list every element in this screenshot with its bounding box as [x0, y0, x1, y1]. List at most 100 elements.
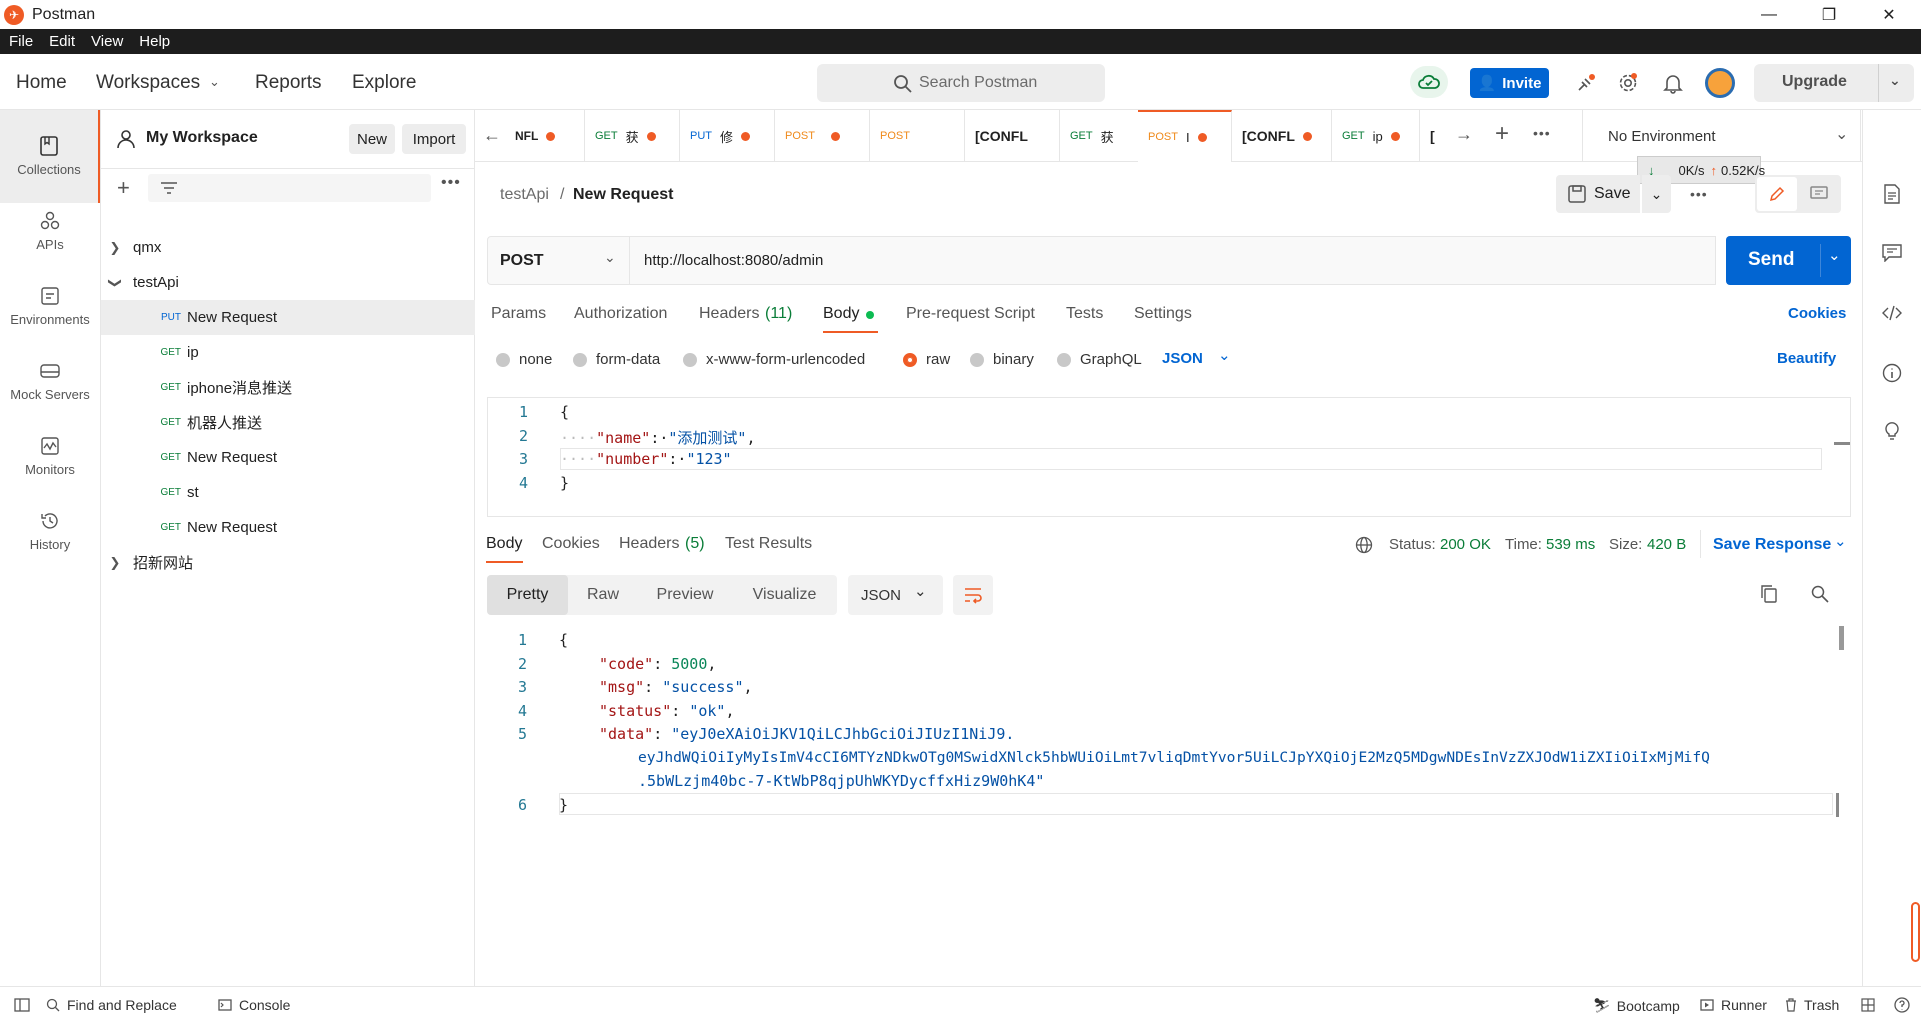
workspaces-chevron-icon[interactable]: ⌄ [209, 74, 220, 90]
format-chevron-icon[interactable]: ⌄ [1218, 346, 1231, 364]
cookies-link[interactable]: Cookies [1788, 305, 1846, 322]
nav-reports[interactable]: Reports [255, 72, 322, 94]
send-button[interactable]: Send ⌄ [1726, 236, 1851, 285]
scroll-right-icon[interactable]: → [1455, 124, 1473, 145]
menu-edit[interactable]: Edit [49, 33, 75, 50]
import-button[interactable]: Import [402, 124, 466, 154]
code-icon[interactable] [1880, 301, 1904, 325]
tab-tests[interactable]: Tests [1066, 305, 1103, 323]
settings-gear-icon[interactable] [1616, 71, 1640, 95]
response-tab-headers[interactable]: Headers [619, 535, 679, 553]
documentation-icon[interactable] [1880, 182, 1904, 206]
rail-monitors[interactable]: Monitors [0, 419, 100, 493]
response-body-viewer[interactable]: 1 2 3 4 5 6 { "code": 5000, "msg": "succ… [487, 626, 1851, 982]
menu-view[interactable]: View [91, 33, 123, 50]
rail-collections[interactable]: Collections [0, 110, 100, 203]
tree-request[interactable]: GET iphone消息推送 [101, 370, 475, 405]
request-options-icon[interactable]: ••• [1690, 186, 1708, 202]
tab[interactable]: GET ip [1332, 110, 1420, 162]
rail-environments[interactable]: Environments [0, 269, 100, 343]
breadcrumb-collection[interactable]: testApi [500, 186, 549, 204]
method-select[interactable]: POST ⌄ [487, 236, 630, 285]
tab[interactable]: [ [1420, 110, 1440, 162]
view-preview[interactable]: Preview [638, 575, 732, 615]
body-type-raw[interactable]: raw [903, 351, 950, 368]
tab[interactable]: GET 获 [585, 110, 680, 162]
tab[interactable]: NFL [505, 110, 585, 162]
tab-body[interactable]: Body [823, 305, 859, 323]
body-type-urlencoded[interactable]: x-www-form-urlencoded [683, 351, 865, 368]
nav-home[interactable]: Home [16, 72, 67, 94]
request-body-editor[interactable]: 1 2 3 4 { ····"name":·"添加测试", ····"numbe… [487, 397, 1851, 517]
sync-status-icon[interactable] [1410, 66, 1448, 98]
lightbulb-icon[interactable] [1880, 419, 1904, 443]
response-tab-body[interactable]: Body [486, 535, 522, 553]
wrap-lines-icon[interactable] [953, 575, 993, 615]
url-input[interactable]: http://localhost:8080/admin [630, 236, 1716, 285]
new-tab-icon[interactable]: + [1495, 120, 1509, 148]
two-pane-icon[interactable] [1861, 998, 1875, 1012]
tree-folder-qmx[interactable]: ❯ qmx [101, 230, 475, 265]
response-format-select[interactable]: JSON ⌄ [848, 575, 943, 615]
toggle-sidebar-icon[interactable] [14, 998, 30, 1012]
view-raw[interactable]: Raw [568, 575, 638, 615]
tab[interactable]: POST [870, 110, 965, 162]
copy-icon[interactable] [1760, 584, 1778, 604]
close-icon[interactable]: ✕ [1866, 0, 1912, 29]
search-box[interactable]: Search Postman [817, 64, 1105, 102]
tree-request[interactable]: GET 机器人推送 [101, 405, 475, 440]
response-tab-cookies[interactable]: Cookies [542, 535, 600, 553]
send-options-chevron-icon[interactable]: ⌄ [1828, 246, 1841, 264]
find-and-replace-button[interactable]: Find and Replace [46, 997, 177, 1013]
tree-folder[interactable]: ❯ 招新网站 [101, 545, 475, 580]
notifications-bell-icon[interactable] [1661, 71, 1685, 95]
raw-format-select[interactable]: JSON [1162, 350, 1203, 367]
rail-apis[interactable]: APIs [0, 194, 100, 268]
search-response-icon[interactable] [1811, 585, 1829, 603]
save-response-button[interactable]: Save Response [1713, 536, 1831, 554]
save-options-chevron-icon[interactable]: ⌄ [1642, 175, 1671, 213]
nav-explore[interactable]: Explore [352, 72, 416, 94]
comments-icon[interactable] [1799, 177, 1839, 211]
tab[interactable]: POST [775, 110, 870, 162]
resize-handle[interactable] [1911, 902, 1920, 962]
tab-params[interactable]: Params [491, 305, 546, 323]
console-button[interactable]: Console [218, 997, 290, 1013]
tree-folder-testapi[interactable]: ❯ testApi [101, 265, 475, 300]
tab[interactable]: [CONFL [1232, 110, 1332, 162]
user-avatar[interactable] [1705, 68, 1735, 98]
tree-request[interactable]: GET New Request [101, 440, 475, 475]
view-visualize[interactable]: Visualize [732, 575, 837, 615]
environment-chevron-icon[interactable]: ⌄ [1835, 124, 1848, 144]
save-response-chevron-icon[interactable]: ⌄ [1834, 532, 1847, 550]
bootcamp-button[interactable]: ⛷ Bootcamp [1593, 997, 1680, 1014]
filter-input[interactable] [148, 174, 431, 202]
info-icon[interactable] [1880, 361, 1904, 385]
size-value[interactable]: 420 B [1647, 536, 1686, 553]
tab[interactable]: PUT 修 [680, 110, 775, 162]
tab-pre-request-script[interactable]: Pre-request Script [906, 305, 1035, 323]
workspace-name[interactable]: My Workspace [146, 129, 258, 147]
tree-request[interactable]: GET New Request [101, 510, 475, 545]
tab-active[interactable]: POST I [1138, 110, 1232, 162]
page-title[interactable]: New Request [573, 186, 673, 204]
tree-request[interactable]: GET ip [101, 335, 475, 370]
response-tab-test-results[interactable]: Test Results [725, 535, 812, 553]
tree-request-selected[interactable]: PUT New Request [101, 300, 475, 335]
nav-workspaces[interactable]: Workspaces [96, 72, 200, 94]
menu-file[interactable]: File [9, 33, 33, 50]
trash-button[interactable]: Trash [1785, 997, 1839, 1013]
tab-headers[interactable]: Headers [699, 305, 759, 323]
tree-request[interactable]: GET st [101, 475, 475, 510]
new-button[interactable]: New [349, 124, 395, 154]
restore-icon[interactable]: ❐ [1806, 0, 1852, 29]
scroll-left-icon[interactable]: ← [483, 125, 501, 146]
minimize-icon[interactable]: — [1746, 0, 1792, 29]
upgrade-chevron-icon[interactable]: ⌄ [1889, 72, 1901, 89]
comments-icon[interactable] [1880, 241, 1904, 265]
upgrade-button[interactable]: Upgrade ⌄ [1754, 64, 1914, 102]
scrollbar-thumb[interactable] [1839, 626, 1844, 650]
view-pretty[interactable]: Pretty [487, 575, 568, 615]
tab-settings[interactable]: Settings [1134, 305, 1192, 323]
rail-mock-servers[interactable]: Mock Servers [0, 344, 100, 418]
